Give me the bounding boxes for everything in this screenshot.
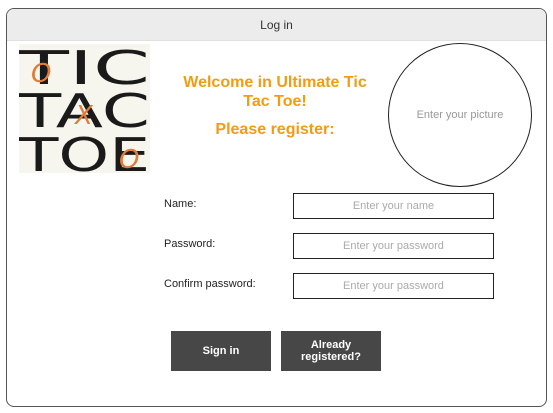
logo-mark-o-bottom: O xyxy=(119,145,139,173)
name-field[interactable] xyxy=(293,193,494,219)
profile-picture-picker[interactable]: Enter your picture xyxy=(388,43,532,187)
already-registered-button[interactable]: Already registered? xyxy=(281,331,381,371)
title-bar: Log in xyxy=(7,9,546,41)
picture-placeholder: Enter your picture xyxy=(416,109,504,121)
name-label: Name: xyxy=(164,198,197,210)
confirm-password-label: Confirm password: xyxy=(164,278,256,290)
register-prompt: Please register: xyxy=(215,121,335,138)
password-field[interactable] xyxy=(293,233,494,259)
logo-mark-o-top: O xyxy=(31,59,51,89)
confirm-password-field[interactable] xyxy=(293,273,494,299)
window-title: Log in xyxy=(260,17,293,32)
login-window: Log in TIC TAC TOE O X O Welcome in Ulti… xyxy=(6,8,547,407)
welcome-heading: Welcome in Ultimate Tic Tac Toe! xyxy=(183,74,367,110)
password-label: Password: xyxy=(164,238,216,250)
logo-mark-x: X xyxy=(73,101,94,131)
sign-in-button[interactable]: Sign in xyxy=(171,331,271,371)
tic-tac-toe-logo: TIC TAC TOE O X O xyxy=(19,44,150,173)
